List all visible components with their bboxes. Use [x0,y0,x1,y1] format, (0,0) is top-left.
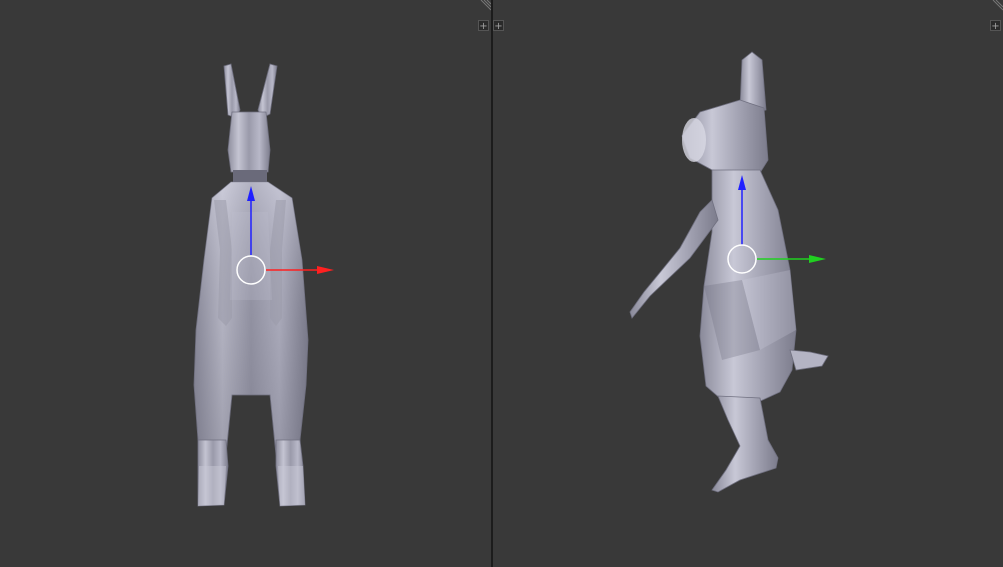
viewport-side[interactable]: + + [493,0,1003,567]
rabbit-mesh-side[interactable] [629,51,829,493]
plus-icon[interactable]: + [478,20,489,32]
rabbit-mesh-front[interactable] [193,63,309,507]
blender-workspace: + + + [0,0,1003,567]
side-view-canvas [629,51,829,493]
viewport-front[interactable]: + [0,0,491,567]
x-arrowhead-front[interactable] [317,266,334,274]
y-arrowhead-side[interactable] [809,255,826,263]
diagonal-grip-icon[interactable] [477,0,491,14]
front-view-canvas [193,63,334,507]
